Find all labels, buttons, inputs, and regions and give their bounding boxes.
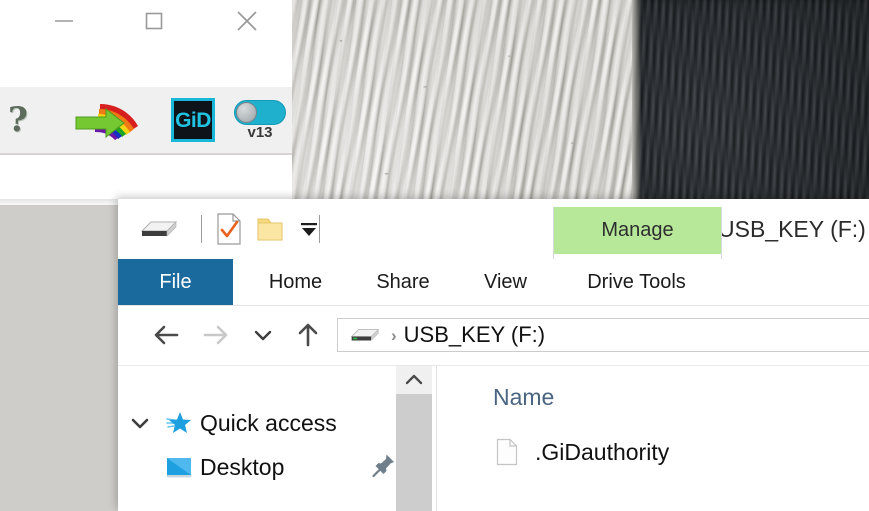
arrow-right-icon xyxy=(203,325,228,345)
toggle-switch-track[interactable] xyxy=(234,99,286,125)
maximize-icon xyxy=(145,12,163,30)
minimize-icon xyxy=(55,20,73,22)
question-mark-icon: ? xyxy=(8,100,28,140)
chevron-down-icon xyxy=(301,223,317,236)
tab-file[interactable]: File xyxy=(118,259,233,305)
tab-view[interactable]: View xyxy=(458,259,553,305)
tab-home[interactable]: Home xyxy=(243,259,348,305)
breadcrumb-separator-icon: › xyxy=(391,325,397,345)
scrollbar-thumb[interactable] xyxy=(396,394,432,511)
forward-button[interactable] xyxy=(196,306,236,364)
toggle-switch-knob[interactable] xyxy=(236,101,257,123)
rainbow-arrow-icon xyxy=(75,104,138,140)
sidebar-item-desktop[interactable]: Desktop xyxy=(118,450,396,484)
gid-title-bar xyxy=(0,0,292,42)
gid-application-window: ? GiD v13 xyxy=(0,0,292,205)
star-icon xyxy=(162,410,196,436)
sidebar-item-label: Quick access xyxy=(200,409,337,436)
gid-logo-button[interactable]: GiD xyxy=(164,87,222,153)
chevron-up-icon xyxy=(405,374,423,385)
drive-icon xyxy=(348,324,382,346)
maximize-button[interactable] xyxy=(131,0,177,42)
version-label: v13 xyxy=(247,123,273,141)
up-one-level-button[interactable] xyxy=(288,306,328,364)
qat-separator-2 xyxy=(319,215,320,243)
window-title: USB_KEY (F:) xyxy=(718,215,866,242)
tab-share[interactable]: Share xyxy=(353,259,453,305)
navigation-pane-scrollbar[interactable] xyxy=(396,366,432,511)
breadcrumb-path[interactable]: USB_KEY (F:) xyxy=(404,322,545,348)
drive-icon xyxy=(140,221,178,237)
chevron-down-icon[interactable] xyxy=(118,415,162,431)
column-header-name[interactable]: Name xyxy=(493,384,554,411)
minimize-button[interactable] xyxy=(41,0,87,42)
file-explorer-window: USB_KEY (F:) Manage File Home Share View… xyxy=(118,199,869,511)
arrow-left-icon xyxy=(154,325,179,345)
chevron-down-icon xyxy=(254,330,272,341)
new-folder-button[interactable] xyxy=(252,199,290,259)
properties-button[interactable] xyxy=(212,199,246,259)
list-item-label: .GiDauthority xyxy=(535,438,670,465)
help-button[interactable]: ? xyxy=(0,87,36,153)
gid-client-area-top xyxy=(0,42,292,87)
qat-separator-1 xyxy=(201,215,202,243)
address-bar-row: › USB_KEY (F:) xyxy=(118,306,869,364)
content-pane: Name .GiDauthority xyxy=(437,366,869,511)
properties-icon xyxy=(217,213,241,245)
recent-locations-button[interactable] xyxy=(246,306,280,364)
close-icon xyxy=(237,11,257,31)
contextual-group-header: Manage xyxy=(554,207,721,254)
new-folder-icon xyxy=(257,218,283,241)
sidebar-item-label: Desktop xyxy=(200,453,285,480)
sidebar-item-quick-access[interactable]: Quick access xyxy=(118,406,396,440)
arrow-up-icon xyxy=(298,323,318,347)
gid-logo-icon: GiD xyxy=(171,98,215,142)
desktop-icon xyxy=(162,455,196,479)
rainbow-arrow-button[interactable] xyxy=(64,87,156,153)
customize-qat-button[interactable] xyxy=(292,199,326,259)
screen: ? GiD v13 USB_KEY (F:) Manage File Home … xyxy=(0,0,869,511)
contextual-tab-group: Manage xyxy=(553,207,722,259)
system-menu-drive-icon[interactable] xyxy=(130,199,188,259)
back-button[interactable] xyxy=(146,306,186,364)
generic-file-icon xyxy=(493,438,521,466)
ribbon-tab-bar: File Home Share View Drive Tools xyxy=(118,259,869,306)
version-toggle[interactable]: v13 xyxy=(228,87,292,153)
gid-client-area-bottom xyxy=(0,155,292,205)
address-input[interactable]: › USB_KEY (F:) xyxy=(337,318,869,352)
gid-toolbar: ? GiD v13 xyxy=(0,87,292,205)
tab-drive-tools[interactable]: Drive Tools xyxy=(554,259,719,305)
pin-icon[interactable] xyxy=(371,452,397,483)
quick-access-toolbar: USB_KEY (F:) xyxy=(118,199,869,259)
close-button[interactable] xyxy=(224,0,270,42)
navigation-pane: Quick access Desktop xyxy=(118,366,396,511)
explorer-body: Quick access Desktop Name .GiDauthority xyxy=(118,365,869,511)
scroll-up-button[interactable] xyxy=(396,366,432,394)
list-item[interactable]: .GiDauthority xyxy=(493,438,669,466)
